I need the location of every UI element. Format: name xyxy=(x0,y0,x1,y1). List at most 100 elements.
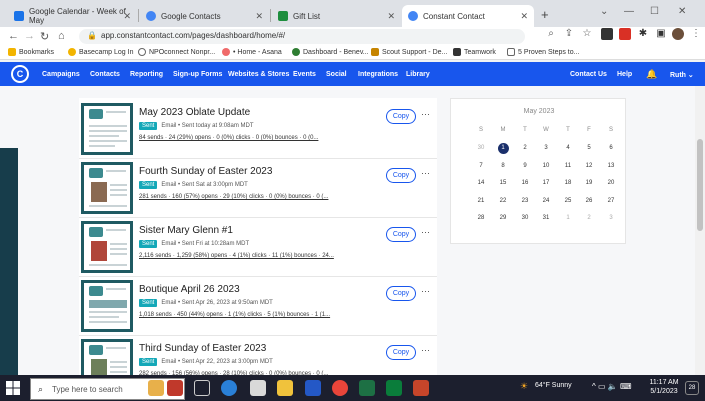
more-options-icon[interactable]: ··· xyxy=(421,345,430,355)
calendar-day[interactable]: 30 xyxy=(471,145,491,151)
close-icon[interactable]: ✕ xyxy=(520,11,528,22)
task-view-icon[interactable] xyxy=(194,380,210,396)
campaign-stats[interactable]: 1,018 sends · 450 (44%) opens · 1 (1%) c… xyxy=(139,312,330,318)
close-icon[interactable]: ✕ xyxy=(123,11,131,22)
zoom-icon[interactable]: ⌕ xyxy=(545,28,557,40)
nav-contacts[interactable]: Contacts xyxy=(90,71,120,78)
word-icon[interactable] xyxy=(305,380,321,396)
nav-contact-us[interactable]: Contact Us xyxy=(570,71,607,78)
bookmark-item[interactable]: Bookmarks xyxy=(8,48,54,56)
tab-gift-list[interactable]: Gift List ✕ xyxy=(272,5,401,27)
more-options-icon[interactable]: ··· xyxy=(421,227,430,237)
calendar-day[interactable]: 25 xyxy=(558,198,578,204)
calendar-day[interactable]: 4 xyxy=(558,145,578,151)
powerpoint-icon[interactable] xyxy=(413,380,429,396)
profile-avatar[interactable] xyxy=(672,28,684,40)
more-options-icon[interactable]: ··· xyxy=(421,168,430,178)
calendar-day[interactable]: 2 xyxy=(579,215,599,221)
forward-icon[interactable]: → xyxy=(24,30,35,42)
app-icon[interactable] xyxy=(250,380,266,396)
more-options-icon[interactable]: ··· xyxy=(421,286,430,296)
nav-campaigns[interactable]: Campaigns xyxy=(42,71,80,78)
calendar-day[interactable]: 12 xyxy=(579,163,599,169)
teams-icon[interactable] xyxy=(386,380,402,396)
close-window-icon[interactable]: ✕ xyxy=(678,6,686,17)
constant-contact-logo[interactable]: C xyxy=(11,65,29,83)
tab-constant-contact[interactable]: Constant Contact ✕ xyxy=(402,5,534,27)
share-icon[interactable]: ⇪ xyxy=(563,28,575,40)
pdf-extension-icon[interactable] xyxy=(619,28,631,40)
calendar-day[interactable]: 8 xyxy=(493,163,513,169)
calendar-day[interactable]: 13 xyxy=(601,163,621,169)
copy-button[interactable]: Copy xyxy=(386,168,416,183)
bookmark-item[interactable]: NPOconnect Nonpr... xyxy=(138,48,215,56)
scrollbar-thumb[interactable] xyxy=(697,139,703,231)
calendar-day[interactable]: 21 xyxy=(471,198,491,204)
close-icon[interactable]: ✕ xyxy=(387,11,395,22)
calendar-day[interactable]: 5 xyxy=(579,145,599,151)
campaign-title[interactable]: Boutique April 26 2023 xyxy=(139,284,240,295)
clock[interactable]: 11:17 AM 5/1/2023 xyxy=(647,379,681,395)
reload-icon[interactable]: ↻ xyxy=(40,30,49,43)
bookmark-item[interactable]: 5 Proven Steps to... xyxy=(507,48,579,56)
more-options-icon[interactable]: ··· xyxy=(421,109,430,119)
calendar-day[interactable]: 17 xyxy=(536,180,556,186)
chrome-icon[interactable] xyxy=(332,380,348,396)
calendar-day[interactable]: 15 xyxy=(493,180,513,186)
campaign-title[interactable]: Sister Mary Glenn #1 xyxy=(139,225,233,236)
calendar-day[interactable]: 3 xyxy=(536,145,556,151)
calendar-day[interactable]: 9 xyxy=(515,163,535,169)
nav-websites-stores[interactable]: Websites & Stores xyxy=(228,71,289,78)
weather-text[interactable]: 64°F Sunny xyxy=(535,382,572,389)
nav-reporting[interactable]: Reporting xyxy=(130,71,163,78)
nav-events[interactable]: Events xyxy=(293,71,316,78)
calendar-day[interactable]: 19 xyxy=(579,180,599,186)
bookmark-item[interactable]: Scout Support - De... xyxy=(371,48,447,56)
windows-start-icon[interactable] xyxy=(6,381,20,395)
new-tab-icon[interactable]: + xyxy=(541,7,549,22)
calendar-day[interactable]: 29 xyxy=(493,215,513,221)
calendar-day[interactable]: 26 xyxy=(579,198,599,204)
nav-user-menu[interactable]: Ruth ⌄ xyxy=(670,71,694,79)
sidepanel-icon[interactable]: ▣ xyxy=(655,28,667,40)
copy-button[interactable]: Copy xyxy=(386,286,416,301)
calendar-day[interactable]: 31 xyxy=(536,215,556,221)
system-tray-icons[interactable]: ^ ▭ 🔈 ⌨ xyxy=(592,382,632,391)
taskbar-widget-icon[interactable] xyxy=(167,380,183,396)
nav-social[interactable]: Social xyxy=(326,71,347,78)
menu-icon[interactable]: ⋮ xyxy=(690,28,702,40)
excel-icon[interactable] xyxy=(359,380,375,396)
notification-icon[interactable]: 28 xyxy=(685,381,699,395)
campaign-title[interactable]: May 2023 Oblate Update xyxy=(139,107,250,118)
calendar-day[interactable]: 3 xyxy=(601,215,621,221)
bookmark-item[interactable]: Dashboard - Benev... xyxy=(292,48,369,56)
nav-library[interactable]: Library xyxy=(406,71,430,78)
nav-signup-forms[interactable]: Sign-up Forms xyxy=(173,71,222,78)
maximize-icon[interactable]: ☐ xyxy=(650,6,659,17)
calendar-day[interactable]: 1 xyxy=(558,215,578,221)
campaign-card[interactable]: Fourth Sunday of Easter 2023 Sent Email •… xyxy=(79,159,437,218)
bookmark-item[interactable]: • Home - Asana xyxy=(222,48,282,56)
calendar-day[interactable]: 10 xyxy=(536,163,556,169)
tab-contacts[interactable]: Google Contacts ✕ xyxy=(140,5,269,27)
bookmark-item[interactable]: Basecamp Log In xyxy=(68,48,133,56)
campaign-stats[interactable]: 84 sends · 24 (29%) opens · 0 (0%) click… xyxy=(139,135,318,141)
calendar-day[interactable]: 20 xyxy=(601,180,621,186)
nav-integrations[interactable]: Integrations xyxy=(358,71,398,78)
back-icon[interactable]: ← xyxy=(8,30,19,42)
copy-button[interactable]: Copy xyxy=(386,227,416,242)
calendar-day[interactable]: 28 xyxy=(471,215,491,221)
bookmark-item[interactable]: Teamwork xyxy=(453,48,496,56)
taskbar-widget-icon[interactable] xyxy=(148,380,164,396)
edge-icon[interactable] xyxy=(221,380,237,396)
campaign-title[interactable]: Third Sunday of Easter 2023 xyxy=(139,343,266,354)
bell-icon[interactable]: 🔔 xyxy=(646,69,657,80)
calendar-day[interactable]: 16 xyxy=(515,180,535,186)
puzzle-icon[interactable]: ✱ xyxy=(637,28,649,40)
close-icon[interactable]: ✕ xyxy=(255,11,263,22)
campaign-card[interactable]: May 2023 Oblate Update Sent Email • Sent … xyxy=(79,100,437,159)
campaign-card[interactable]: Sister Mary Glenn #1 Sent Email • Sent Fr… xyxy=(79,218,437,277)
calendar-day[interactable]: 14 xyxy=(471,180,491,186)
chevron-down-icon[interactable]: ⌄ xyxy=(600,6,608,17)
campaign-card[interactable]: Boutique April 26 2023 Sent Email • Sent … xyxy=(79,277,437,336)
